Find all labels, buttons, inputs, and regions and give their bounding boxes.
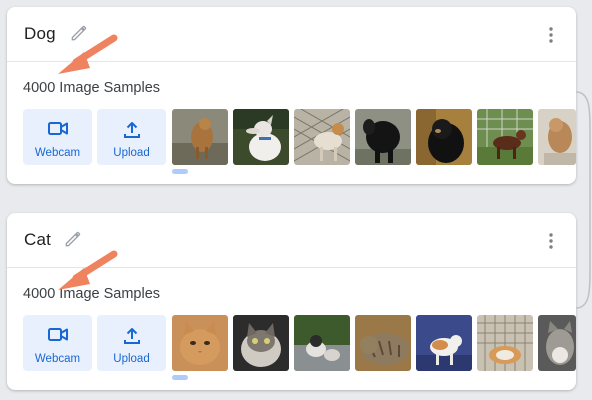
sample-count: 4000 Image Samples (23, 286, 161, 302)
pencil-icon[interactable] (63, 229, 83, 249)
class-name[interactable]: Cat (24, 230, 51, 250)
webcam-button[interactable]: Webcam (23, 109, 92, 165)
sample-thumbnail[interactable] (538, 109, 576, 165)
scroll-indicator[interactable] (172, 169, 188, 174)
sample-thumbnail[interactable] (233, 315, 289, 371)
connector-line (576, 91, 591, 309)
upload-icon (123, 122, 140, 138)
card-header: Cat (7, 213, 576, 268)
sample-thumbnail[interactable] (416, 315, 472, 371)
sample-thumbnail[interactable] (233, 109, 289, 165)
sample-thumbnail[interactable] (172, 109, 228, 165)
sample-thumbnail[interactable] (172, 315, 228, 371)
scroll-indicator[interactable] (172, 375, 188, 380)
class-card-cat: Cat 4000 Image Samples Webcam Upload (7, 213, 576, 390)
sample-thumbnail[interactable] (294, 109, 350, 165)
class-name[interactable]: Dog (24, 24, 56, 44)
videocam-icon (47, 328, 68, 341)
upload-label: Upload (113, 353, 150, 365)
upload-label: Upload (113, 147, 150, 159)
videocam-icon (47, 122, 68, 135)
sample-thumbnail[interactable] (294, 315, 350, 371)
webcam-label: Webcam (34, 353, 81, 365)
webcam-button[interactable]: Webcam (23, 315, 92, 371)
class-card-dog: Dog 4000 Image Samples Webcam Upload (7, 7, 576, 184)
upload-button[interactable]: Upload (97, 315, 166, 371)
sample-thumbnail[interactable] (477, 109, 533, 165)
sample-thumbnail[interactable] (538, 315, 576, 371)
sample-thumbnail[interactable] (477, 315, 533, 371)
teachable-machine-classes: Dog 4000 Image Samples Webcam Upload Cat… (0, 0, 592, 400)
more-vert-icon[interactable] (548, 25, 554, 45)
more-vert-icon[interactable] (548, 231, 554, 251)
sample-thumbnail[interactable] (355, 315, 411, 371)
card-header: Dog (7, 7, 576, 62)
sample-thumbnail[interactable] (355, 109, 411, 165)
pencil-icon[interactable] (69, 23, 89, 43)
upload-button[interactable]: Upload (97, 109, 166, 165)
upload-icon (123, 328, 140, 344)
sample-count: 4000 Image Samples (23, 80, 161, 96)
sample-thumbnail[interactable] (416, 109, 472, 165)
webcam-label: Webcam (34, 147, 81, 159)
